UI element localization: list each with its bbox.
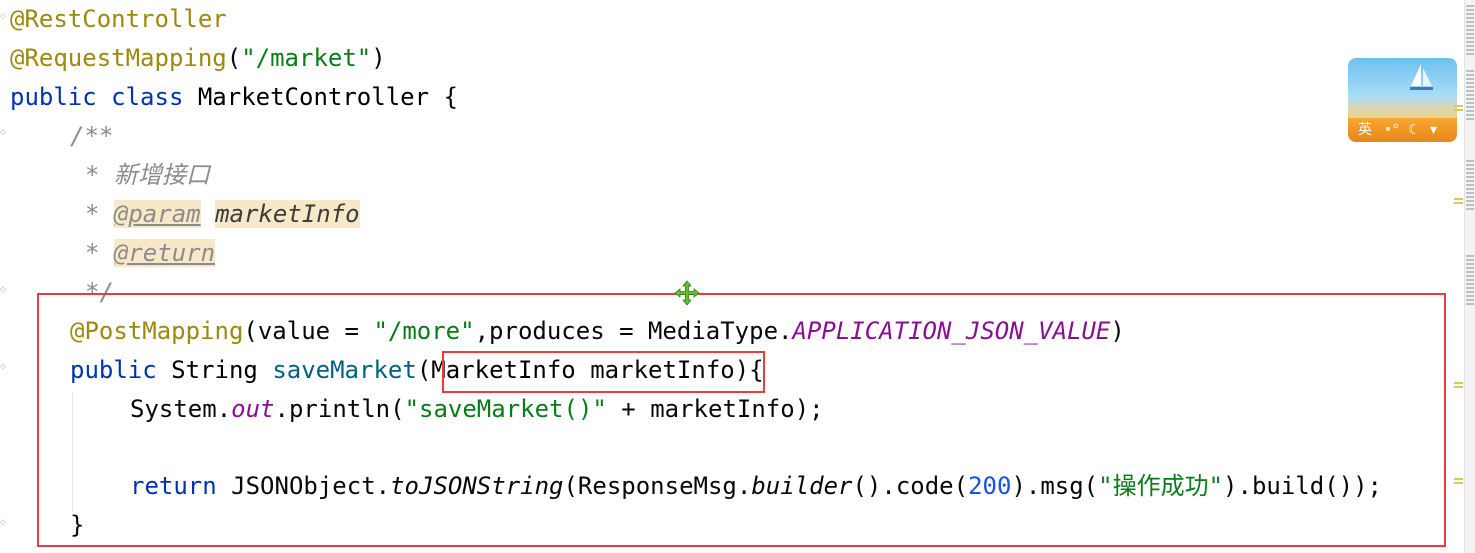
moon-icon[interactable]: ☾ <box>1408 118 1421 142</box>
fold-marker-icon[interactable]: ◇ <box>0 362 10 372</box>
fold-marker-icon[interactable]: ◇ <box>0 518 10 528</box>
brace-token: { <box>749 356 764 384</box>
code-token: ).msg( <box>1011 472 1099 500</box>
paren-token: ) <box>371 44 386 72</box>
code-token: ).build()); <box>1223 472 1382 500</box>
static-field-token: out <box>231 395 275 423</box>
args-token: (value = <box>243 317 374 345</box>
brace-token: } <box>70 511 85 539</box>
brace-token: { <box>443 83 458 111</box>
code-token: + marketInfo); <box>606 395 824 423</box>
side-tool-strip[interactable] <box>1464 0 1475 553</box>
code-line-6[interactable]: * @param marketInfo <box>85 195 360 234</box>
code-line-8[interactable]: */ <box>85 273 114 312</box>
code-line-5[interactable]: * 新增接口 <box>85 156 210 195</box>
javadoc-param: marketInfo <box>215 200 360 228</box>
shirt-icon[interactable]: ▾ <box>1430 118 1437 142</box>
javadoc-tag: @param <box>113 200 201 228</box>
string-token: "操作成功" <box>1098 472 1224 500</box>
sailboat-icon <box>1410 64 1433 90</box>
string-token: "/market" <box>241 44 372 72</box>
ime-language-toggle[interactable]: 英 <box>1358 118 1372 142</box>
param-name-token: marketInfo <box>590 356 735 384</box>
number-token: 200 <box>968 472 1012 500</box>
code-line-14[interactable]: } <box>70 506 84 545</box>
param-type-token: MarketInfo <box>431 356 576 384</box>
code-line-1[interactable]: @RestController <box>10 0 227 39</box>
ime-toolbar[interactable]: 英 •° ☾ ▾ <box>1348 118 1457 142</box>
comment-token: /** <box>70 122 114 150</box>
javadoc-tag: @return <box>113 239 216 267</box>
paren-token: ( <box>416 356 432 384</box>
keyword-token: class <box>111 83 184 111</box>
code-line-9[interactable]: @PostMapping(value = "/more",produces = … <box>70 312 1125 351</box>
fold-marker-icon[interactable]: ◇ <box>0 285 10 295</box>
annotation-token: @PostMapping <box>70 317 244 345</box>
comment-star: * <box>85 239 114 267</box>
tool-window-tab[interactable] <box>1466 70 1474 120</box>
class-name-token: MarketController <box>197 83 430 111</box>
tool-window-tab[interactable] <box>1466 255 1474 305</box>
code-line-7[interactable]: * @return <box>85 234 216 273</box>
code-line-2[interactable]: @RequestMapping("/market") <box>10 39 386 78</box>
code-line-4[interactable]: /** <box>70 117 113 156</box>
code-token: System. <box>130 395 232 423</box>
paren-token: ) <box>734 356 750 384</box>
ime-status-widget[interactable]: 英 •° ☾ ▾ <box>1348 58 1457 142</box>
move-cursor-icon <box>674 280 700 306</box>
indent-guide <box>72 392 73 512</box>
warning-marker[interactable] <box>1454 105 1463 111</box>
static-method-token: builder <box>751 472 853 500</box>
paren-token: ( <box>226 44 242 72</box>
warning-marker[interactable] <box>1454 382 1463 388</box>
string-token: "/more" <box>373 317 475 345</box>
fold-marker-icon[interactable]: ◇ <box>0 128 10 138</box>
code-token: (ResponseMsg. <box>563 472 752 500</box>
comment-desc: 新增接口 <box>113 161 210 189</box>
method-name-token: saveMarket <box>272 356 417 384</box>
fold-marker-icon[interactable]: ◇ <box>0 12 10 22</box>
warning-marker[interactable] <box>1454 478 1463 484</box>
punctuation-icon[interactable]: •° <box>1384 118 1399 142</box>
code-token: .println( <box>274 395 405 423</box>
comment-star: * <box>85 161 114 189</box>
args-token: ,produces = MediaType. <box>474 317 793 345</box>
string-token: "saveMarket()" <box>404 395 607 423</box>
paren-token: ) <box>1110 317 1125 345</box>
static-method-token: toJSONString <box>390 472 564 500</box>
keyword-token: public <box>10 83 97 111</box>
code-line-11[interactable]: System.out.println("saveMarket()" + mark… <box>130 390 824 429</box>
tool-window-tab[interactable] <box>1466 5 1474 55</box>
code-line-13[interactable]: return JSONObject.toJSONString(ResponseM… <box>130 467 1382 506</box>
code-token: JSONObject. <box>216 472 391 500</box>
constant-token: APPLICATION_JSON_VALUE <box>792 317 1111 345</box>
code-line-3[interactable]: public class MarketController { <box>10 78 458 117</box>
type-token: String <box>171 356 258 384</box>
annotation-token: @RequestMapping <box>10 44 227 72</box>
keyword-token: return <box>130 472 217 500</box>
code-line-10[interactable]: public String saveMarket(MarketInfo mark… <box>70 351 764 390</box>
comment-token: */ <box>85 278 114 306</box>
annotation-token: @RestController <box>10 5 227 33</box>
code-editor[interactable]: ◇ ◇ ◇ ◇ ◇ @RestController @RequestMappin… <box>0 0 1465 553</box>
comment-star: * <box>85 200 114 228</box>
code-token: ().code( <box>852 472 969 500</box>
tool-window-tab[interactable] <box>1466 160 1474 210</box>
keyword-token: public <box>70 356 157 384</box>
warning-marker[interactable] <box>1454 198 1463 204</box>
